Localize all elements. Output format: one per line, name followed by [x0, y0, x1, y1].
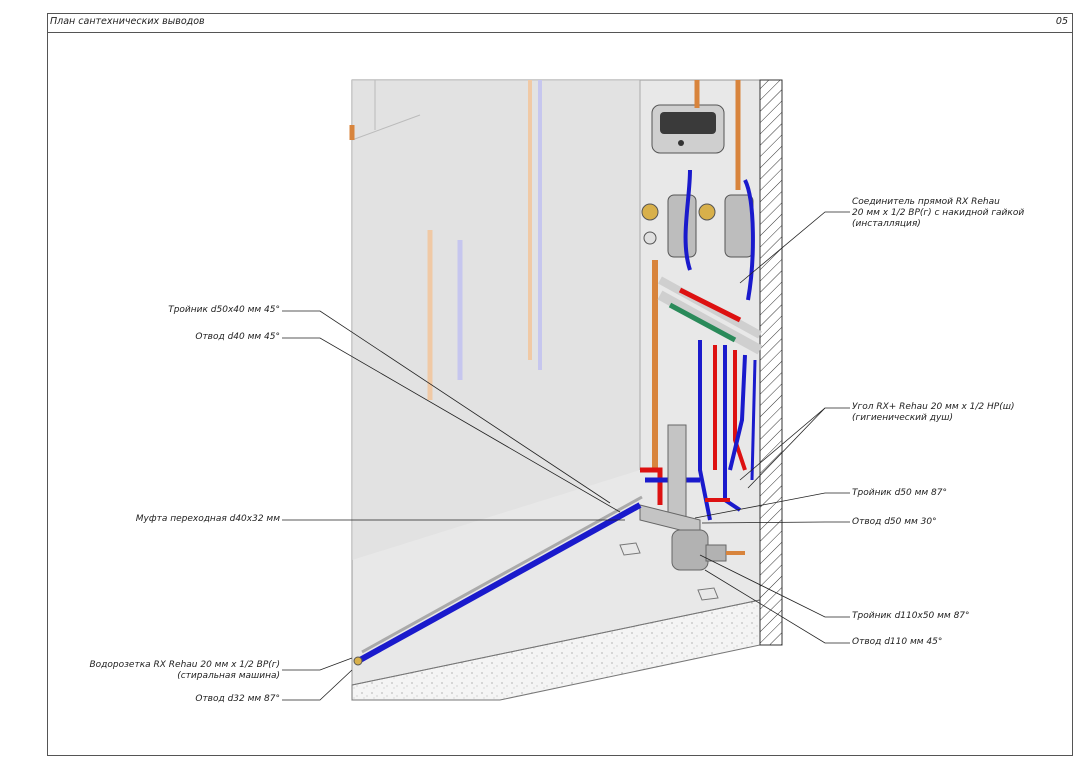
- water-heater: [651, 104, 725, 154]
- label-tee-d50: Тройник d50 мм 87°: [852, 488, 948, 498]
- label-tee-d110x50: Тройник d110x50 мм 87°: [852, 611, 970, 621]
- label-elbow-rx: Угол RX+ Rehau 20 мм х 1/2 НР(ш) (гигиен…: [852, 402, 1014, 424]
- label-water-socket: Водорозетка RX Rehau 20 мм х 1/2 ВР(г) (…: [90, 660, 281, 682]
- label-bend-d50: Отвод d50 мм 30°: [852, 517, 937, 527]
- label-bend-d32: Отвод d32 мм 87°: [195, 694, 280, 704]
- label-bend-d40: Отвод d40 мм 45°: [195, 332, 280, 342]
- label-line: (стиральная машина): [177, 671, 280, 681]
- label-bend-d110: Отвод d110 мм 45°: [852, 637, 943, 647]
- label-line: Угол RX+ Rehau 20 мм х 1/2 НР(ш): [852, 402, 1015, 412]
- label-line: Соединитель прямой RX Rehau: [852, 197, 1000, 207]
- label-line: 20 мм х 1/2 ВР(г) с накидной гайкой: [852, 208, 1025, 218]
- plumbing-isometric-drawing: [282, 79, 850, 701]
- label-line: (инсталляция): [852, 219, 921, 229]
- label-reducer-d40x32: Муфта переходная d40x32 мм: [135, 514, 280, 524]
- label-coupling-straight: Соединитель прямой RX Rehau 20 мм х 1/2 …: [852, 197, 1024, 230]
- label-line: (гигиенический душ): [852, 413, 954, 423]
- label-tee-d50x40: Тройник d50x40 мм 45°: [168, 305, 280, 315]
- label-line: Водорозетка RX Rehau 20 мм х 1/2 ВР(г): [89, 660, 281, 670]
- hatched-wall: [759, 79, 783, 646]
